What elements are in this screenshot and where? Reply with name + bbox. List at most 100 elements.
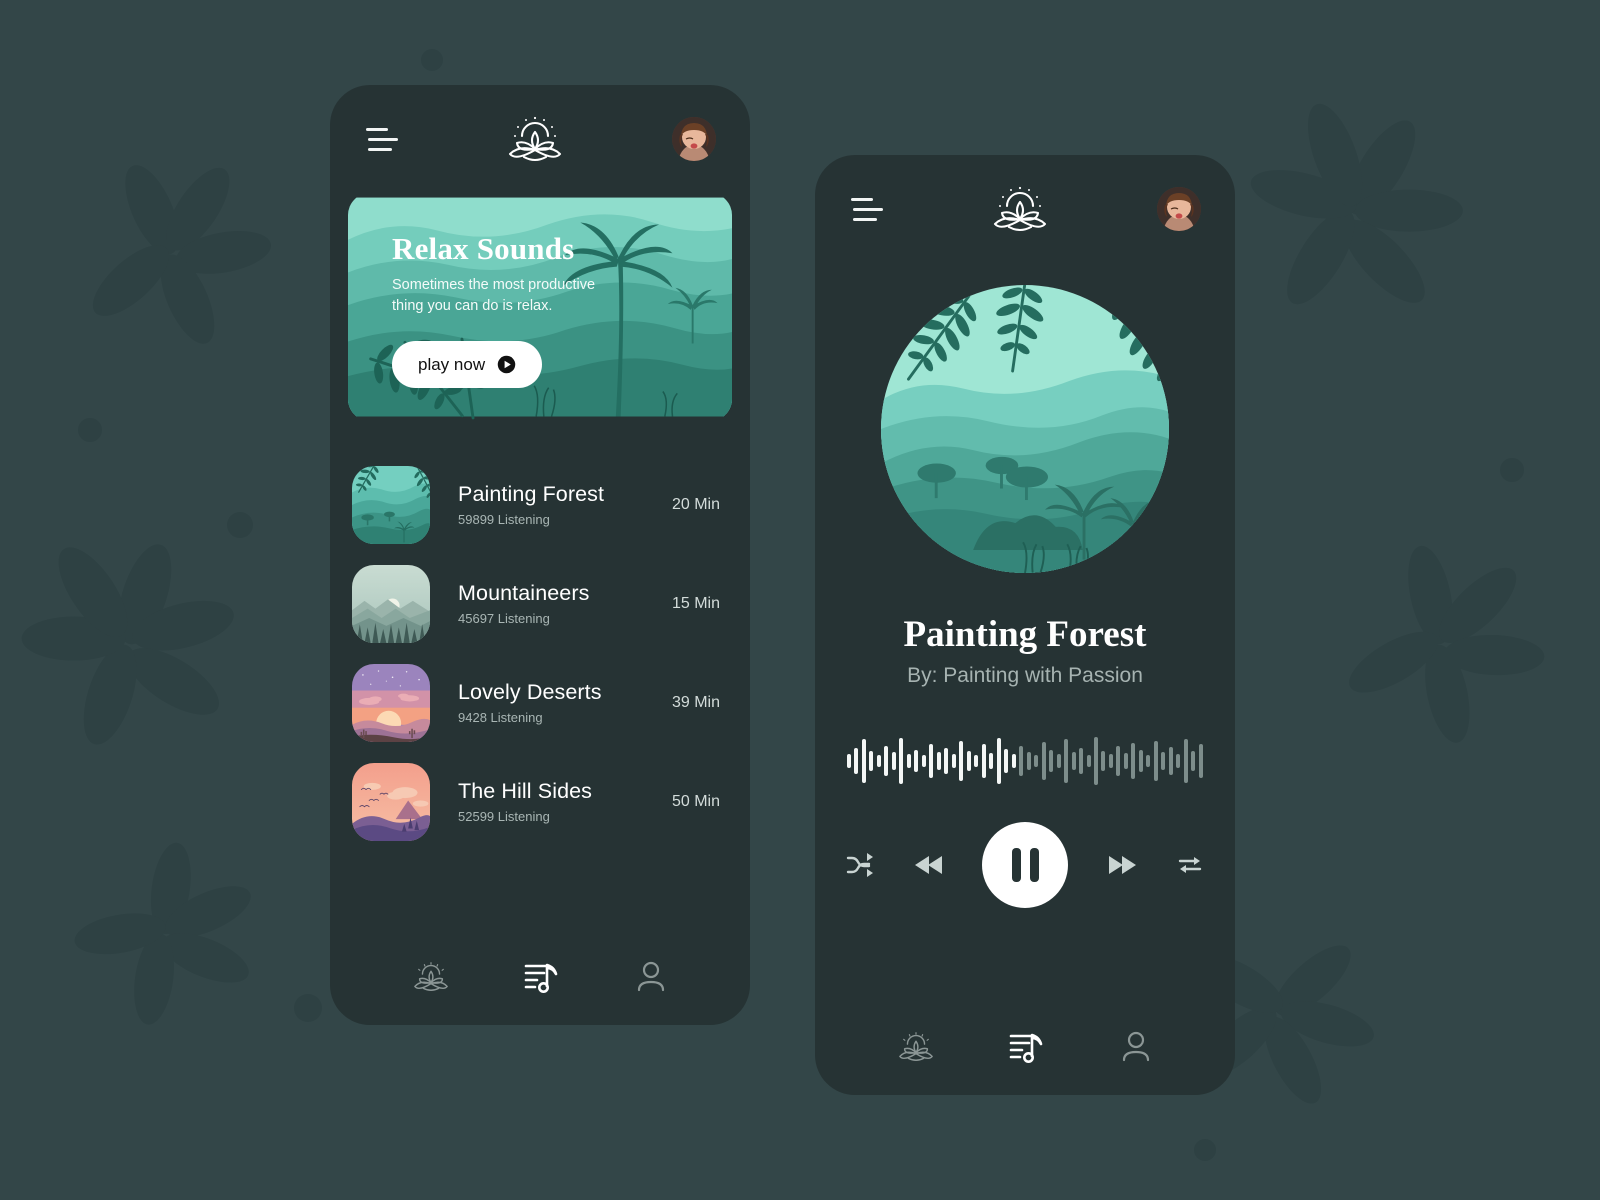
waveform-bar	[1056, 754, 1061, 768]
pause-icon-bar	[1029, 848, 1039, 882]
audio-waveform[interactable]	[847, 730, 1203, 792]
track-title: The Hill Sides	[458, 779, 593, 803]
now-playing-title: Painting Forest	[903, 614, 1147, 655]
waveform-bar	[974, 755, 979, 767]
track-row[interactable]: Painting Forest 59899 Listening 20 Min	[352, 455, 728, 554]
home-header	[330, 85, 750, 193]
lotus-icon	[899, 1031, 933, 1061]
player-header	[815, 155, 1235, 263]
waveform-bar	[921, 755, 926, 767]
track-title: Mountaineers	[458, 581, 590, 605]
previous-button[interactable]	[913, 851, 945, 879]
track-artwork	[352, 564, 430, 643]
nav-item-home[interactable]	[897, 1029, 935, 1068]
bottom-navigation	[815, 1028, 1235, 1069]
waveform-bar	[1138, 750, 1143, 772]
track-artwork	[352, 663, 430, 742]
track-artwork	[352, 465, 430, 544]
repeat-button[interactable]	[1175, 850, 1205, 880]
waveform-bar	[1116, 746, 1121, 776]
track-title: Painting Forest	[458, 482, 605, 506]
track-meta: Lovely Deserts 9428 Listening	[430, 680, 672, 725]
waveform-bar	[1123, 753, 1128, 769]
waveform-bar	[1176, 754, 1181, 768]
play-now-label: play now	[418, 354, 486, 374]
fast-forward-icon	[1108, 856, 1136, 874]
track-listeners: 9428 Listening	[458, 710, 543, 725]
waveform-bar	[996, 738, 1001, 784]
lotus-icon	[414, 961, 448, 991]
track-artwork	[352, 762, 430, 841]
track-listeners: 59899 Listening	[458, 512, 550, 527]
hero-banner[interactable]: Relax Sounds Sometimes the most producti…	[348, 193, 732, 421]
playlist-icon	[1009, 1033, 1043, 1063]
phone-player-screen: Painting Forest By: Painting with Passio…	[815, 155, 1235, 1095]
phone-home-screen: Relax Sounds Sometimes the most producti…	[330, 85, 750, 1025]
lotus-logo-icon	[508, 115, 562, 162]
waveform-bar	[989, 753, 994, 769]
play-pause-button[interactable]	[982, 822, 1068, 908]
user-avatar[interactable]	[672, 117, 716, 161]
waveform-bar	[884, 746, 889, 776]
waveform-bar	[1198, 744, 1203, 778]
background-leaf-pattern	[21, 49, 1545, 1161]
waveform-bar	[1183, 739, 1188, 783]
track-row[interactable]: Lovely Deserts 9428 Listening 39 Min	[352, 653, 728, 752]
nav-item-profile[interactable]	[634, 959, 668, 998]
track-duration: 20 Min	[671, 495, 720, 513]
waveform-bar	[1011, 754, 1016, 768]
user-avatar[interactable]	[1157, 187, 1201, 231]
waveform-bar	[1041, 742, 1046, 780]
waveform-bar	[854, 748, 859, 774]
waveform-bar	[861, 739, 866, 783]
track-meta: The Hill Sides 52599 Listening	[430, 779, 672, 824]
waveform-bar	[944, 748, 949, 774]
hamburger-menu-icon[interactable]	[849, 197, 883, 221]
hamburger-menu-icon[interactable]	[364, 127, 398, 151]
waveform-bar	[1101, 751, 1106, 771]
waveform-bar	[1191, 751, 1196, 771]
person-icon	[637, 961, 665, 992]
hero-title: Relax Sounds	[392, 231, 575, 266]
track-duration: 50 Min	[671, 792, 720, 810]
waveform-bar	[936, 752, 941, 770]
nav-item-playlist[interactable]	[522, 958, 562, 999]
rewind-icon	[914, 856, 942, 874]
bottom-navigation	[330, 958, 750, 999]
waveform-bar	[1153, 741, 1158, 781]
track-meta: Mountaineers 45697 Listening	[430, 581, 672, 626]
track-title: Lovely Deserts	[458, 680, 602, 704]
waveform-bar	[1071, 752, 1076, 770]
track-listeners: 45697 Listening	[458, 611, 550, 626]
waveform-bar	[1093, 737, 1098, 785]
waveform-bar	[1019, 746, 1024, 776]
track-row[interactable]: The Hill Sides 52599 Listening 50 Min	[352, 752, 728, 851]
next-button[interactable]	[1106, 851, 1138, 879]
waveform-bar	[876, 755, 881, 767]
waveform-bar	[951, 754, 956, 768]
waveform-bar	[1161, 752, 1166, 770]
waveform-bar	[1108, 754, 1113, 768]
nav-item-profile[interactable]	[1119, 1029, 1153, 1068]
waveform-bar	[959, 741, 964, 781]
nav-item-home[interactable]	[412, 959, 450, 998]
waveform-bar	[1004, 749, 1009, 773]
waveform-bar	[1049, 750, 1054, 772]
track-duration: 15 Min	[671, 594, 720, 612]
repeat-icon	[1178, 857, 1202, 873]
waveform-bar	[966, 751, 971, 771]
shuffle-button[interactable]	[845, 850, 875, 880]
track-listeners: 52599 Listening	[458, 809, 550, 824]
nav-item-playlist[interactable]	[1007, 1028, 1047, 1069]
player-controls	[845, 822, 1205, 908]
lotus-logo-icon	[993, 185, 1047, 232]
waveform-bar	[914, 750, 919, 772]
waveform-bar	[929, 744, 934, 778]
play-now-button[interactable]: play now	[392, 341, 543, 388]
track-list: Painting Forest 59899 Listening 20 Min M…	[330, 455, 750, 851]
shuffle-icon	[846, 853, 873, 877]
playlist-icon	[524, 963, 558, 993]
track-row[interactable]: Mountaineers 45697 Listening 15 Min	[352, 554, 728, 653]
waveform-bar	[981, 744, 986, 778]
waveform-bar	[1064, 739, 1069, 783]
